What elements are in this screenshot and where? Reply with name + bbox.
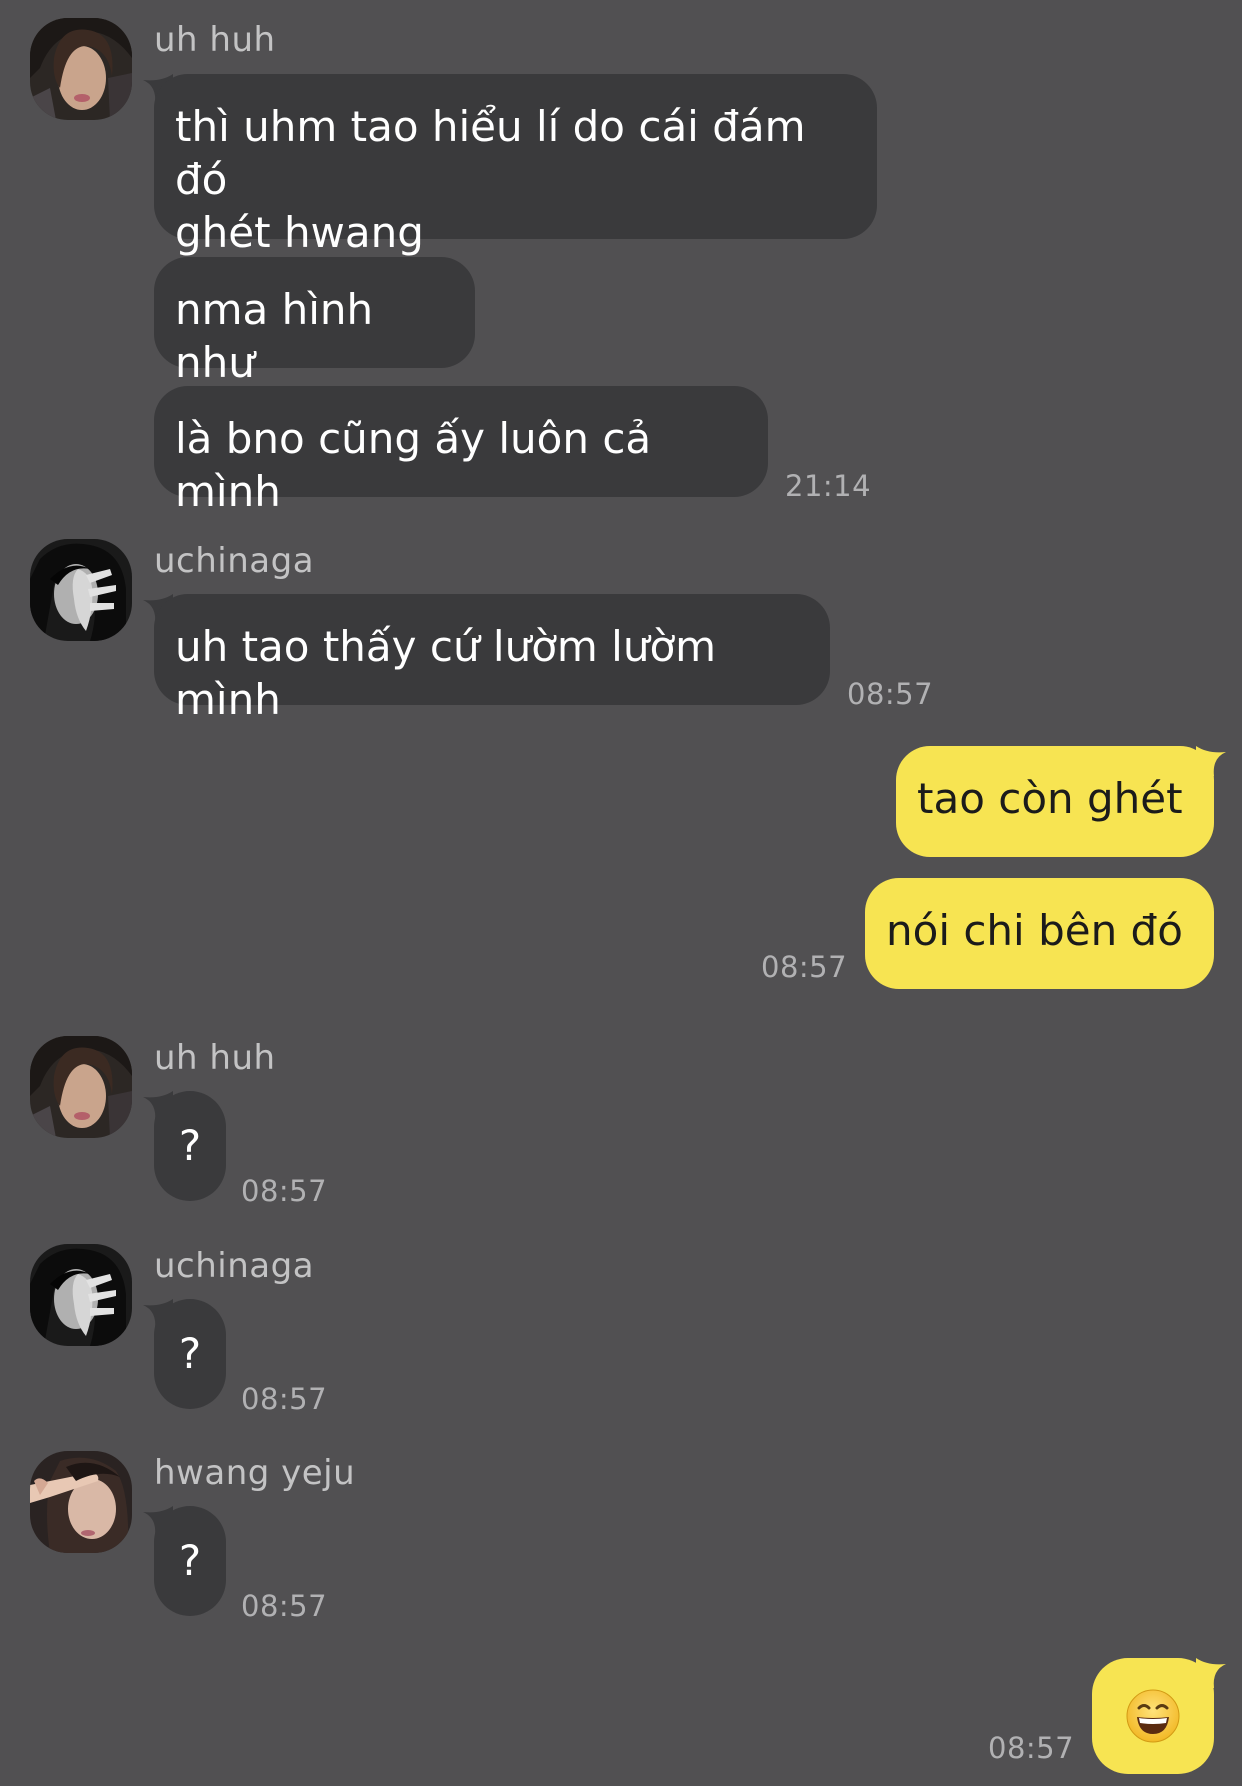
message-bubble[interactable] [1092,1658,1214,1774]
message-timestamp: 08:57 [761,950,848,984]
message-bubble[interactable]: ? [154,1299,226,1409]
sender-name: uh huh [154,1038,276,1078]
sender-name: uchinaga [154,541,315,581]
avatar-uh-huh[interactable] [30,1036,132,1138]
message-bubble[interactable]: thì uhm tao hiểu lí do cái đám đó ghét h… [154,74,877,257]
avatar-hwang-yeju[interactable] [30,1451,132,1553]
message-bubble[interactable]: nma hình như [154,257,475,387]
message-bubble[interactable]: ? [154,1506,226,1616]
message-timestamp: 08:57 [241,1589,328,1623]
message-timestamp: 08:57 [241,1174,328,1208]
message-timestamp: 08:57 [241,1382,328,1416]
avatar-uh-huh[interactable] [30,18,132,120]
avatar-uchinaga[interactable] [30,539,132,641]
message-bubble[interactable]: uh tao thấy cứ lườm lườm mình [154,594,830,724]
grinning-squinting-face-icon [1126,1689,1180,1743]
message-bubble[interactable]: nói chi bên đó [865,878,1214,989]
sender-name: uh huh [154,20,276,60]
message-bubble[interactable]: là bno cũng ấy luôn cả mình [154,386,768,516]
message-timestamp: 08:57 [988,1731,1075,1765]
message-timestamp: 21:14 [785,469,872,503]
avatar-uchinaga[interactable] [30,1244,132,1346]
message-timestamp: 08:57 [847,677,934,711]
message-bubble[interactable]: ? [154,1091,226,1201]
sender-name: uchinaga [154,1246,315,1286]
sender-name: hwang yeju [154,1453,356,1493]
chat-window[interactable]: uh huh thì uhm tao hiểu lí do cái đám đó… [0,0,1242,1786]
message-bubble[interactable]: tao còn ghét [896,746,1214,857]
